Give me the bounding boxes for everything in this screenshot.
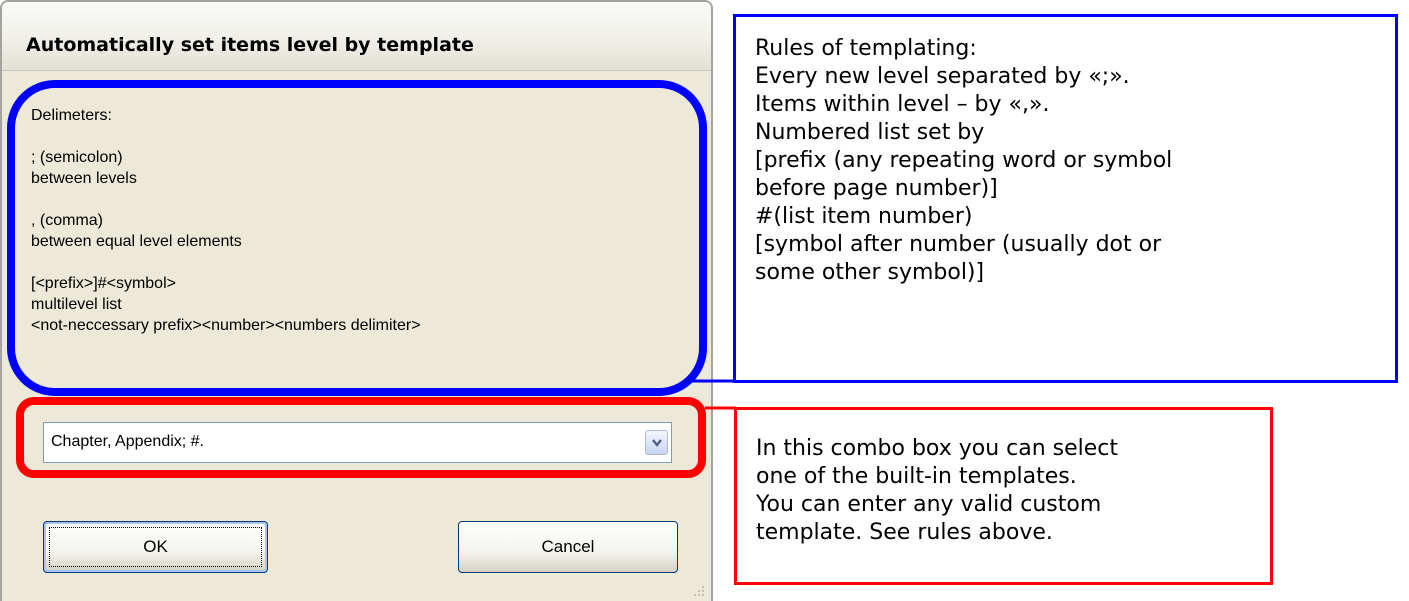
combo-callout: In this combo box you can select one of … [734, 407, 1273, 585]
rules-callout: Rules of templating: Every new level sep… [733, 14, 1398, 383]
rules-callout-text: Rules of templating: Every new level sep… [755, 36, 1173, 285]
combo-callout-text: In this combo box you can select one of … [756, 436, 1119, 545]
